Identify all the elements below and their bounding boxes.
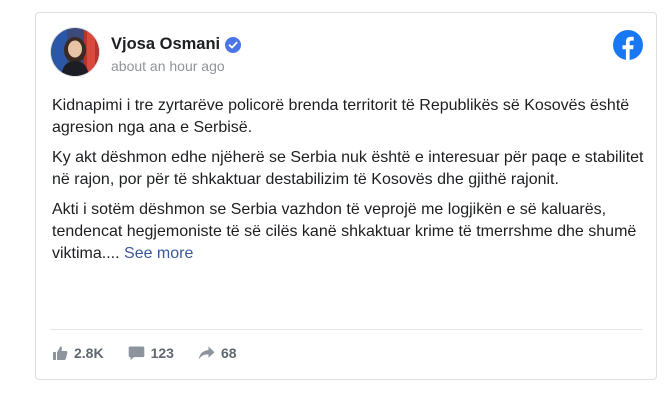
post-body: Kidnapimi i tre zyrtarëve policorë brend… [52, 95, 648, 273]
avatar-image [51, 28, 99, 76]
see-more-link[interactable]: See more [124, 245, 193, 262]
post-paragraph-last: Akti i sotëm dëshmon se Serbia vazhdon t… [52, 199, 648, 265]
shares-stat[interactable]: 68 [198, 345, 237, 361]
likes-stat[interactable]: 2.8K [52, 345, 104, 361]
post-timestamp[interactable]: about an hour ago [111, 58, 225, 74]
comments-count: 123 [150, 345, 174, 361]
engagement-stats: 2.8K 123 68 [52, 345, 261, 361]
comment-bubble-icon [128, 346, 144, 360]
avatar[interactable] [50, 27, 100, 77]
facebook-logo-icon[interactable] [613, 30, 643, 60]
author-name-row: Vjosa Osmani [111, 35, 242, 54]
share-arrow-icon [198, 346, 215, 360]
author-name[interactable]: Vjosa Osmani [111, 35, 220, 54]
post-paragraph: Kidnapimi i tre zyrtarëve policorë brend… [52, 97, 630, 136]
divider [50, 329, 642, 330]
post-paragraph: Ky akt dëshmon edhe njëherë se Serbia nu… [52, 149, 644, 188]
verified-badge-icon [225, 36, 242, 53]
thumbs-up-icon [53, 346, 68, 360]
likes-count: 2.8K [74, 345, 104, 361]
comments-stat[interactable]: 123 [128, 345, 174, 361]
shares-count: 68 [220, 345, 237, 361]
facebook-post-card: Vjosa Osmani about an hour ago Kidnapimi… [35, 12, 657, 380]
